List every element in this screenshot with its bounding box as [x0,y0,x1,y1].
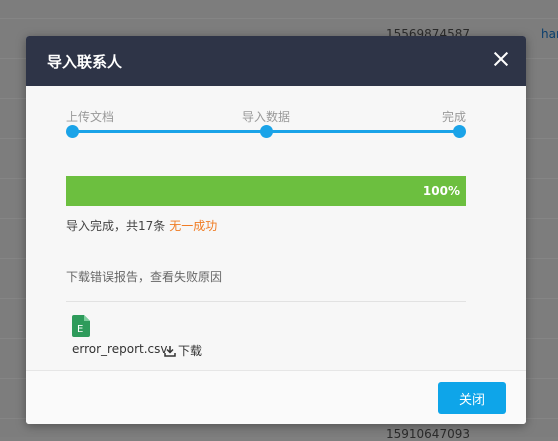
file-name[interactable]: error_report.csv [72,342,167,356]
step-label-upload: 上传文档 [66,110,115,124]
import-contacts-dialog: 导入联系人 上传文档 导入数据 完成 100% 导入完成，共17条 无一成功 下载… [26,36,526,424]
result-fail-text: 无一成功 [169,219,218,233]
bg-row-divider [0,18,558,19]
step-label-import: 导入数据 [242,110,291,124]
step-dot-done [453,125,466,138]
bg-name-link[interactable]: han [541,27,558,41]
dialog-header: 导入联系人 [26,36,526,86]
svg-text:E: E [77,324,83,335]
dialog-footer: 关闭 [26,370,526,424]
import-steps: 上传文档 导入数据 完成 [66,104,466,144]
excel-file-icon[interactable]: E [72,315,90,337]
result-text: 导入完成，共17条 [66,219,166,233]
bg-phone-cell: 15910647093 [386,427,470,441]
import-progress-bar: 100% [66,176,466,206]
progress-percent: 100% [422,184,460,198]
dialog-title: 导入联系人 [47,53,123,71]
divider [66,301,466,302]
step-label-done: 完成 [441,110,466,124]
import-result: 导入完成，共17条 无一成功 [66,217,217,234]
step-dot-import [260,125,273,138]
download-hint: 下载错误报告，查看失败原因 [66,270,223,284]
progress-fill: 100% [66,176,466,206]
close-button[interactable]: 关闭 [438,382,506,414]
download-label: 下载 [178,344,203,358]
download-icon [164,346,176,357]
download-button[interactable]: 下载 [164,342,202,359]
close-icon[interactable] [492,50,510,68]
step-dot-upload [66,125,79,138]
